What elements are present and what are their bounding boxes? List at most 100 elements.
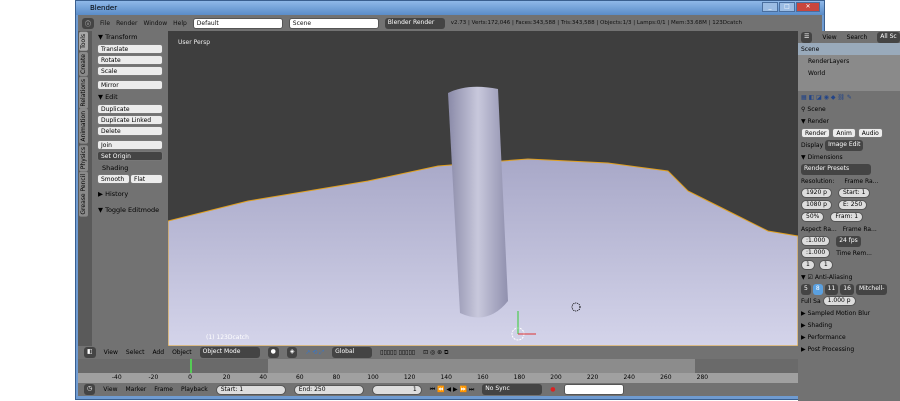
translate-button[interactable]: Translate — [97, 44, 163, 54]
pivot-select[interactable]: ◈ — [286, 347, 298, 358]
full-sample-checkbox[interactable]: Full Sa — [801, 298, 821, 305]
mode-select[interactable]: Object Mode — [199, 347, 260, 358]
time-remap-old-field[interactable]: 1 — [801, 260, 815, 270]
outliner-item-renderlayers[interactable]: RenderLayers — [798, 55, 900, 67]
end-frame-field[interactable]: E: 250 — [838, 200, 868, 210]
scene-select[interactable]: Scene — [288, 17, 379, 29]
render-button[interactable]: Render — [801, 128, 831, 138]
start-frame-field[interactable]: Start: 1 — [215, 384, 286, 395]
post-processing-panel-header[interactable]: ▶ Post Processing — [798, 343, 900, 355]
timeline[interactable] — [78, 359, 798, 383]
duplicate-linked-button[interactable]: Duplicate Linked — [97, 115, 163, 125]
playback-controls[interactable]: ⏮ ⏪ ◀ ▶ ⏩ ⏭ — [430, 386, 475, 394]
frame-ruler[interactable]: -40 -20 0 20 40 60 80 100 120 140 160 180 200 220 240 2… — [78, 373, 798, 383]
maximize-button[interactable]: □ — [779, 2, 795, 12]
aa-samples-16[interactable]: 16 — [840, 283, 854, 295]
tl-menu-marker[interactable]: Marker — [126, 386, 147, 393]
outliner-display-icon[interactable]: ☰ — [801, 31, 813, 43]
resolution-x-field[interactable]: 1920 p — [801, 188, 832, 198]
menu-select[interactable]: Select — [126, 349, 145, 356]
editor-type-icon[interactable]: ◷ — [84, 384, 96, 395]
resolution-y-field[interactable]: 1080 p — [801, 200, 832, 210]
tab-physics[interactable]: Physics — [79, 144, 88, 172]
frame-tick: 140 — [440, 374, 452, 381]
aa-samples-5[interactable]: 5 — [801, 283, 811, 295]
properties-context-tabs[interactable]: ▦ ◧ ◪ ◉ ◆ ⛓ ✎ — [798, 91, 900, 103]
tab-animation[interactable]: Animation — [79, 109, 88, 144]
menu-help[interactable]: Help — [173, 20, 187, 27]
tl-menu-frame[interactable]: Frame — [154, 386, 173, 393]
duplicate-button[interactable]: Duplicate — [97, 104, 163, 114]
performance-panel-header[interactable]: ▶ Performance — [798, 331, 900, 343]
3d-viewport[interactable]: User Persp (1) 123Dcatch — [168, 31, 798, 346]
menu-window[interactable]: Window — [143, 20, 167, 27]
time-remap-new-field[interactable]: 1 — [818, 260, 833, 270]
close-button[interactable]: ✕ — [796, 2, 820, 12]
render-panel-header[interactable]: ▼ Render — [798, 115, 900, 127]
menu-add[interactable]: Add — [152, 349, 164, 356]
menu-file[interactable]: File — [100, 20, 110, 27]
set-origin-select[interactable]: Set Origin — [97, 151, 163, 161]
fps-select[interactable]: 24 fps — [836, 235, 861, 247]
outliner-filter-select[interactable]: All Sc — [877, 31, 900, 43]
flat-button[interactable]: Flat — [130, 174, 163, 184]
mirror-button[interactable]: Mirror — [97, 80, 163, 90]
frame-step-field[interactable]: Fram: 1 — [830, 212, 864, 222]
keying-set-field[interactable] — [563, 384, 624, 395]
anti-aliasing-panel-header[interactable]: ▼ ☑ Anti-Aliasing — [798, 271, 900, 283]
record-button[interactable]: ● — [550, 386, 555, 393]
end-frame-field[interactable]: End: 250 — [293, 384, 364, 395]
smooth-button[interactable]: Smooth — [97, 174, 130, 184]
manipulator-icons[interactable]: ↗ ⟲ ⤢ — [305, 349, 324, 357]
tl-menu-playback[interactable]: Playback — [181, 386, 208, 393]
aspect-x-field[interactable]: :1.000 — [801, 236, 831, 246]
orientation-select[interactable]: Global — [332, 347, 373, 358]
aa-samples-11[interactable]: 11 — [824, 283, 839, 295]
start-frame-field[interactable]: Start: 1 — [838, 188, 871, 198]
snap-icons[interactable]: ⊡ ◎ ⊛ ⧉ — [423, 349, 448, 357]
rotate-button[interactable]: Rotate — [97, 55, 163, 65]
dimensions-panel-header[interactable]: ▼ Dimensions — [798, 151, 900, 163]
transform-panel-header[interactable]: ▼ Transform — [94, 31, 166, 43]
tl-menu-view[interactable]: View — [103, 386, 117, 393]
3d-view-header: ◧ View Select Add Object Object Mode ● ◈… — [78, 346, 798, 359]
editor-type-icon[interactable]: ◧ — [84, 347, 96, 358]
layout-select[interactable]: Default — [192, 17, 283, 29]
layers-grid[interactable]: ▯▯▯▯▯ ▯▯▯▯▯ — [380, 349, 415, 356]
shading-panel-header[interactable]: ▶ Shading — [798, 319, 900, 331]
sync-select[interactable]: No Sync — [482, 384, 543, 395]
render-engine-select[interactable]: Blender Render — [384, 17, 445, 29]
aa-samples-8[interactable]: 8 — [812, 283, 823, 295]
editor-type-icon[interactable]: ⓘ — [82, 17, 95, 29]
menu-object[interactable]: Object — [172, 349, 192, 356]
edit-panel-header[interactable]: ▼ Edit — [94, 91, 166, 103]
outliner-item-scene[interactable]: Scene — [798, 43, 900, 55]
join-button[interactable]: Join — [97, 140, 163, 150]
aa-filter-select[interactable]: Mitchell- — [855, 283, 888, 295]
render-presets-select[interactable]: Render Presets — [801, 163, 871, 175]
sampled-motion-blur-header[interactable]: ▶ Sampled Motion Blur — [798, 307, 900, 319]
aspect-y-field[interactable]: :1.000 — [801, 248, 831, 258]
tab-relations[interactable]: Relations — [79, 76, 88, 109]
toggle-editmode-header[interactable]: ▼ Toggle Editmode — [94, 204, 166, 216]
audio-button[interactable]: Audio — [857, 128, 883, 138]
outliner-search-menu[interactable]: Search — [847, 34, 868, 41]
history-panel-header[interactable]: ▶ History — [94, 188, 166, 200]
tab-tools[interactable]: Tools — [79, 32, 88, 51]
delete-button[interactable]: Delete — [97, 126, 163, 136]
outliner-view-menu[interactable]: View — [822, 34, 836, 41]
scale-button[interactable]: Scale — [97, 66, 163, 76]
minimize-button[interactable]: _ — [762, 2, 778, 12]
filter-size-field[interactable]: 1.000 p — [822, 296, 856, 306]
menu-view[interactable]: View — [104, 349, 118, 356]
shading-select[interactable]: ● — [267, 347, 279, 358]
tab-create[interactable]: Create — [79, 51, 88, 76]
current-frame-field[interactable]: 1 — [371, 384, 422, 395]
menu-render[interactable]: Render — [116, 20, 137, 27]
object-label: (1) 123Dcatch — [206, 334, 249, 341]
resolution-percent-slider[interactable]: 50% — [801, 212, 825, 222]
display-select[interactable]: Image Edit — [825, 139, 864, 151]
tab-grease-pencil[interactable]: Grease Pencil — [79, 172, 88, 217]
outliner-item-world[interactable]: World — [798, 67, 900, 79]
animation-button[interactable]: Anim — [832, 128, 856, 138]
